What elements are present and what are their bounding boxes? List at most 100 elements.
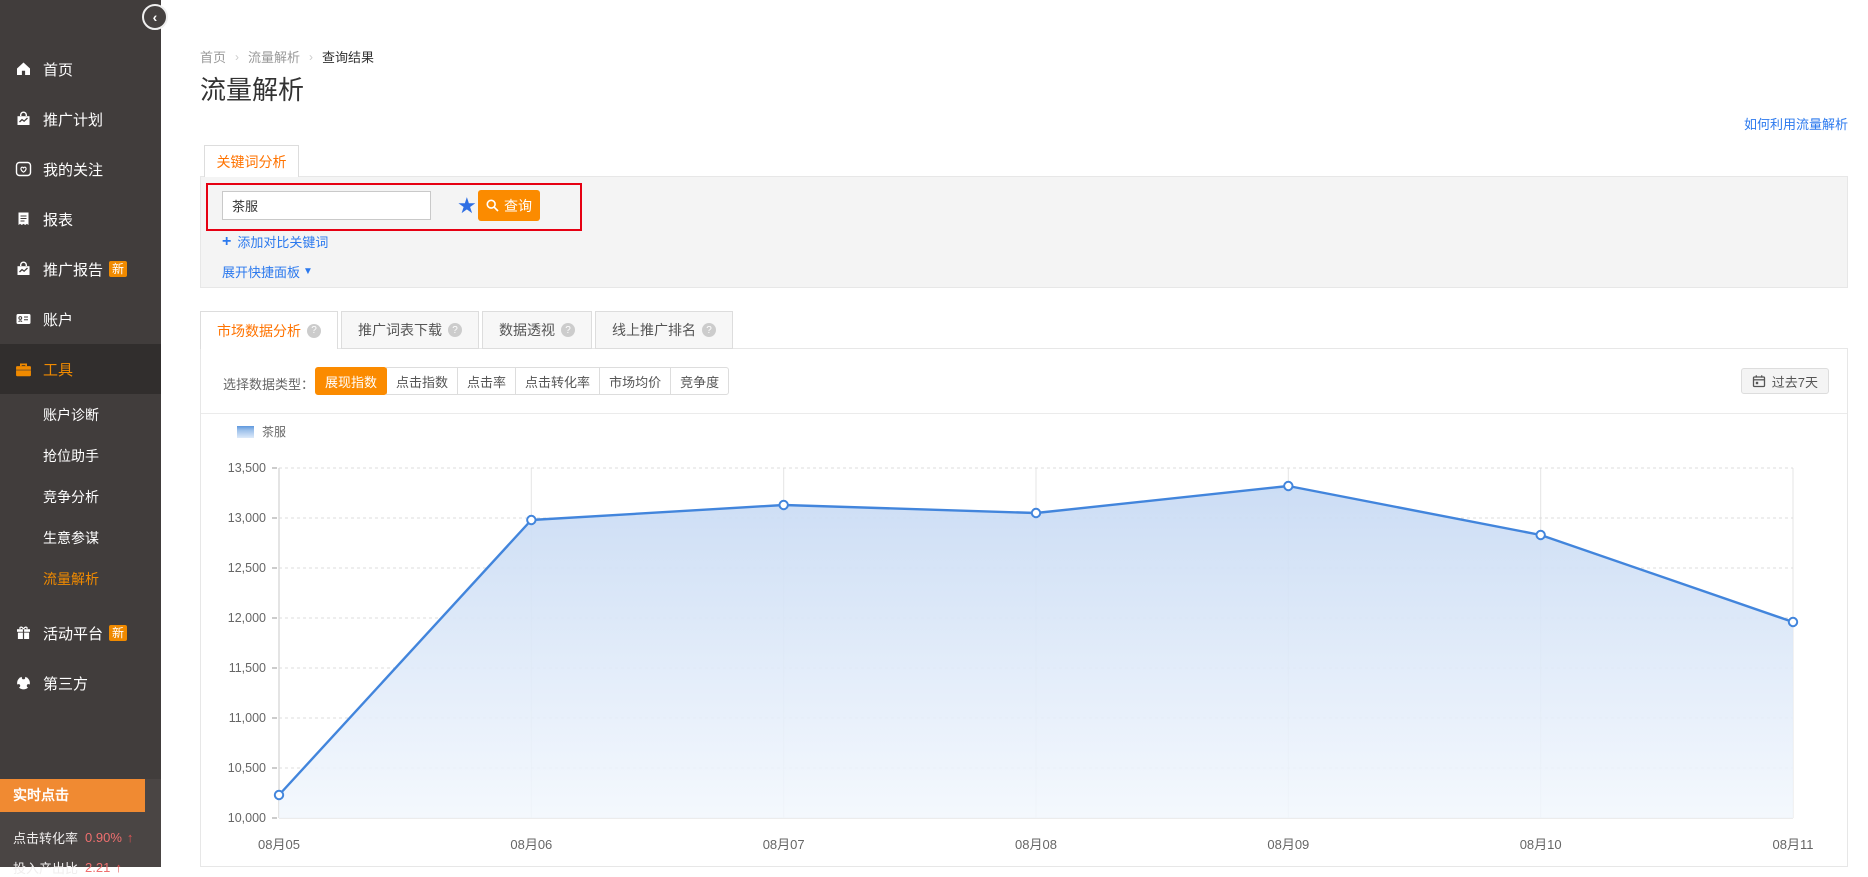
sidebar-item-label: 首页: [43, 59, 73, 80]
favorite-star-icon[interactable]: ★: [457, 191, 477, 220]
x-tick-label: 08月09: [1267, 837, 1309, 852]
sidebar-subitem-rank-assistant[interactable]: 抢位助手: [0, 435, 161, 476]
x-tick-label: 08月10: [1520, 837, 1562, 852]
stat-label: 点击转化率: [13, 828, 78, 847]
help-icon[interactable]: ?: [702, 323, 716, 337]
breadcrumb-separator-icon: ›: [309, 50, 313, 64]
sidebar-subitem-label: 流量解析: [43, 569, 99, 589]
heart-icon: [13, 161, 33, 177]
tab-online-promo-ranking[interactable]: 线上推广排名 ?: [595, 311, 733, 349]
help-icon[interactable]: ?: [561, 323, 575, 337]
sidebar-item-reports[interactable]: 报表: [0, 194, 161, 244]
sidebar-item-activity-platform[interactable]: 活动平台 新: [0, 608, 161, 658]
chevron-left-icon: ‹: [153, 9, 158, 25]
sidebar-item-label: 报表: [43, 209, 73, 230]
new-badge: 新: [109, 261, 127, 277]
expand-quick-panel-link[interactable]: 展开快捷面板 ▼: [222, 262, 313, 281]
sidebar: 首页 推广计划 我的关注 报表 推广报告 新: [0, 0, 161, 867]
sidebar-subitem-account-diagnosis[interactable]: 账户诊断: [0, 394, 161, 435]
sidebar-item-label: 我的关注: [43, 159, 103, 180]
main-content: 首页 › 流量解析 › 查询结果 流量解析 如何利用流量解析 关键词分析 ★ 查…: [161, 0, 1868, 867]
sidebar-item-favorites[interactable]: 我的关注: [0, 144, 161, 194]
data-point-marker: [275, 791, 283, 799]
sidebar-collapse-button[interactable]: ‹: [142, 4, 168, 30]
add-compare-label: 添加对比关键词: [237, 232, 328, 251]
up-arrow-icon: ↑: [127, 830, 134, 845]
up-arrow-icon: ↑: [115, 860, 122, 875]
breadcrumb: 首页 › 流量解析 › 查询结果: [200, 47, 374, 66]
query-button[interactable]: 查询: [478, 190, 540, 221]
search-icon: [486, 199, 499, 212]
sidebar-subitem-label: 竞争分析: [43, 487, 99, 507]
chart-card: 选择数据类型： 展现指数 点击指数 点击率 点击转化率 市场均价 竞争度 过去7…: [200, 348, 1848, 867]
sidebar-item-label: 工具: [43, 359, 73, 380]
data-type-impression-index[interactable]: 展现指数: [315, 367, 387, 395]
tab-promo-wordlist-download[interactable]: 推广词表下载 ?: [341, 311, 479, 349]
sidebar-subitem-label: 账户诊断: [43, 405, 99, 425]
realtime-click-panel: 实时点击 点击转化率 0.90% ↑ 投入产出比 2.21 ↑: [0, 779, 161, 867]
tab-keyword-analysis[interactable]: 关键词分析: [204, 145, 299, 177]
tab-data-pivot[interactable]: 数据透视 ?: [482, 311, 592, 349]
promo-report-bag-icon: [13, 261, 33, 277]
sidebar-item-home[interactable]: 首页: [0, 44, 161, 94]
realtime-click-header[interactable]: 实时点击: [0, 779, 145, 812]
tab-market-data-analysis[interactable]: 市场数据分析 ?: [200, 311, 338, 349]
data-point-marker: [527, 516, 535, 524]
caret-down-icon: ▼: [303, 266, 313, 277]
sidebar-subitem-business-advisor[interactable]: 生意参谋: [0, 517, 161, 558]
sidebar-item-label: 第三方: [43, 673, 88, 694]
sidebar-item-third-party[interactable]: 第三方: [0, 658, 161, 708]
x-tick-label: 08月11: [1773, 837, 1814, 852]
keyword-input[interactable]: [222, 191, 431, 220]
tab-label: 市场数据分析: [217, 321, 301, 341]
sidebar-menu: 首页 推广计划 我的关注 报表 推广报告 新: [0, 44, 161, 708]
y-tick-label: 11,000: [229, 711, 266, 725]
help-icon[interactable]: ?: [448, 323, 462, 337]
stat-click-conversion: 点击转化率 0.90% ↑: [0, 828, 161, 847]
breadcrumb-separator-icon: ›: [235, 50, 239, 64]
add-compare-keyword-link[interactable]: + 添加对比关键词: [222, 232, 328, 251]
y-tick-label: 10,500: [228, 761, 266, 775]
y-tick-label: 12,500: [228, 561, 266, 575]
y-tick-label: 13,500: [228, 461, 266, 475]
gift-icon: [13, 625, 33, 641]
y-tick-label: 10,000: [228, 811, 266, 825]
id-card-icon: [13, 311, 33, 327]
query-button-label: 查询: [504, 196, 532, 216]
sidebar-item-promo-report[interactable]: 推广报告 新: [0, 244, 161, 294]
x-tick-label: 08月08: [1015, 837, 1057, 852]
new-badge: 新: [109, 625, 127, 641]
tab-label: 线上推广排名: [612, 320, 696, 340]
sidebar-item-account[interactable]: 账户: [0, 294, 161, 344]
data-point-marker: [779, 501, 787, 509]
home-icon: [13, 61, 33, 77]
breadcrumb-home[interactable]: 首页: [200, 47, 226, 66]
stat-label: 投入产出比: [13, 858, 78, 877]
sidebar-item-tools[interactable]: 工具: [0, 344, 161, 394]
plus-icon: +: [222, 233, 231, 251]
help-icon[interactable]: ?: [307, 324, 321, 338]
sidebar-item-campaigns[interactable]: 推广计划: [0, 94, 161, 144]
sidebar-subitem-competition-analysis[interactable]: 竞争分析: [0, 476, 161, 517]
breadcrumb-query-result: 查询结果: [322, 47, 374, 66]
tab-label: 推广词表下载: [358, 320, 442, 340]
data-point-marker: [1536, 531, 1544, 539]
expand-panel-label: 展开快捷面板: [222, 262, 300, 281]
briefcase-icon: [13, 361, 33, 377]
y-tick-label: 11,500: [229, 661, 266, 675]
campaign-bag-icon: [13, 111, 33, 127]
breadcrumb-traffic-analysis[interactable]: 流量解析: [248, 47, 300, 66]
report-icon: [13, 211, 33, 227]
sidebar-item-label: 推广计划: [43, 109, 103, 130]
how-to-use-link[interactable]: 如何利用流量解析: [1744, 114, 1848, 133]
sidebar-subitem-label: 抢位助手: [43, 446, 99, 466]
sidebar-subitem-traffic-analysis[interactable]: 流量解析: [0, 558, 161, 599]
third-party-icon: [13, 675, 33, 691]
stat-value: 0.90%: [85, 830, 122, 845]
y-tick-label: 12,000: [228, 611, 266, 625]
result-tabs: 市场数据分析 ? 推广词表下载 ? 数据透视 ? 线上推广排名 ?: [200, 311, 733, 349]
tab-label: 数据透视: [499, 320, 555, 340]
data-point-marker: [1284, 482, 1292, 490]
x-tick-label: 08月05: [258, 837, 300, 852]
stat-value: 2.21: [85, 860, 110, 875]
